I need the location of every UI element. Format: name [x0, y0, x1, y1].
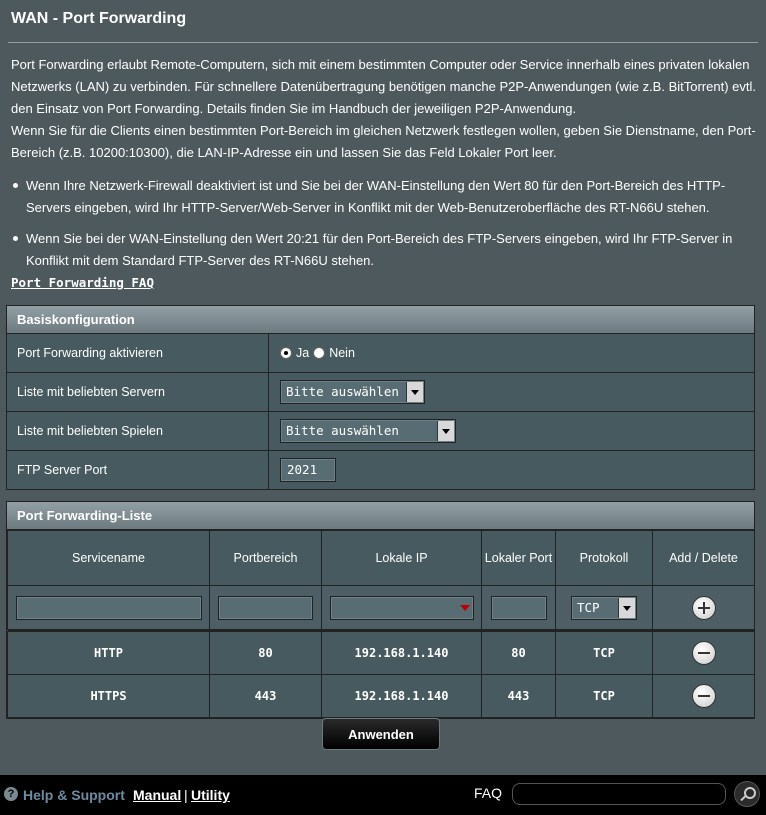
note-text: Wenn Ihre Netzwerk-Firewall deaktiviert … — [26, 178, 726, 215]
games-row: Liste mit beliebten Spielen Bitte auswäh… — [7, 411, 754, 450]
row-lokaler-port: 443 — [481, 674, 556, 718]
chevron-down-icon — [437, 421, 454, 441]
games-select[interactable]: Bitte auswählen — [280, 419, 456, 443]
new-rule-row: TCP — [7, 585, 755, 630]
row-servicename: HTTPS — [7, 674, 210, 718]
row-portbereich: 443 — [209, 674, 322, 718]
col-add-delete: Add / Delete — [652, 530, 755, 586]
chevron-down-icon — [406, 382, 423, 402]
col-servicename: Servicename — [7, 530, 210, 586]
note-item: Wenn Ihre Netzwerk-Firewall deaktiviert … — [11, 175, 756, 219]
table-header-row: Servicename Portbereich Lokale IP Lokale… — [7, 530, 755, 586]
row-lokale-ip: 192.168.1.140 — [321, 674, 482, 718]
new-range-cell — [209, 585, 322, 630]
ftp-row: FTP Server Port 2021 — [7, 450, 754, 489]
table-row: HTTPS 443 192.168.1.140 443 TCP — [7, 674, 755, 718]
new-port-cell — [481, 585, 556, 630]
delete-rule-icon[interactable] — [691, 641, 716, 665]
row-protokoll: TCP — [555, 631, 653, 675]
new-protocol-cell: TCP — [555, 585, 653, 630]
basic-config-panel: Basiskonfiguration Port Forwarding aktiv… — [6, 305, 755, 490]
ftp-label: FTP Server Port — [7, 451, 269, 489]
new-protocol-select[interactable]: TCP — [571, 595, 637, 620]
add-rule-icon[interactable] — [691, 595, 716, 620]
basic-config-header: Basiskonfiguration — [7, 306, 754, 334]
add-cell — [652, 585, 755, 630]
row-portbereich: 80 — [209, 631, 322, 675]
chevron-down-icon — [618, 597, 635, 618]
faq-search-input[interactable] — [512, 783, 726, 805]
enable-options: Ja Nein — [269, 334, 754, 372]
faq-label: FAQ — [474, 785, 503, 801]
port-forwarding-list-panel: Port Forwarding-Liste Servicename Portbe… — [6, 501, 755, 719]
table-row: HTTP 80 192.168.1.140 80 TCP — [7, 631, 755, 675]
col-lokale-ip: Lokale IP — [321, 530, 482, 586]
radio-yes[interactable] — [280, 347, 292, 359]
description-paragraph: Wenn Sie für die Clients einen bestimmte… — [11, 123, 756, 160]
col-portbereich: Portbereich — [209, 530, 322, 586]
title-divider — [8, 42, 758, 43]
delete-rule-icon[interactable] — [691, 684, 716, 708]
col-lokaler-port: Lokaler Port — [481, 530, 556, 586]
new-local-ip-input[interactable] — [329, 595, 474, 620]
notes-list: Wenn Ihre Netzwerk-Firewall deaktiviert … — [11, 175, 756, 272]
port-forwarding-table: Servicename Portbereich Lokale IP Lokale… — [7, 530, 755, 718]
new-service-input[interactable] — [15, 595, 202, 620]
apply-button[interactable]: Anwenden — [322, 718, 440, 750]
footer-separator: | — [184, 787, 188, 803]
delete-cell — [652, 674, 755, 718]
port-forwarding-faq-link[interactable]: Port Forwarding FAQ — [11, 275, 154, 290]
new-protocol-value: TCP — [577, 599, 600, 615]
enable-row: Port Forwarding aktivieren Ja Nein — [7, 334, 754, 372]
help-support-label[interactable]: Help & Support — [23, 787, 125, 803]
new-ip-cell — [321, 585, 482, 630]
games-select-value: Bitte auswählen — [286, 423, 399, 438]
main-panel: WAN - Port Forwarding Port Forwarding er… — [0, 0, 766, 775]
servers-cell: Bitte auswählen — [269, 373, 754, 411]
col-protokoll: Protokoll — [555, 530, 653, 586]
new-port-range-input[interactable] — [218, 595, 313, 620]
utility-link[interactable]: Utility — [191, 787, 230, 803]
note-text: Wenn Sie bei der WAN-Einstellung den Wer… — [26, 231, 733, 268]
enable-label: Port Forwarding aktivieren — [7, 334, 269, 372]
radio-no[interactable] — [313, 347, 326, 359]
servers-select[interactable]: Bitte auswählen — [280, 380, 425, 404]
radio-yes-label: Ja — [296, 346, 310, 360]
help-icon[interactable]: ? — [4, 787, 18, 801]
row-servicename: HTTP — [7, 631, 210, 675]
bullet-icon — [13, 236, 18, 241]
games-label: Liste mit beliebten Spielen — [7, 412, 269, 450]
ip-dropdown-icon[interactable] — [459, 604, 470, 611]
servers-row: Liste mit beliebten Servern Bitte auswäh… — [7, 372, 754, 411]
new-local-port-input[interactable] — [490, 595, 547, 620]
description: Port Forwarding erlaubt Remote-Computern… — [11, 54, 756, 164]
row-lokale-ip: 192.168.1.140 — [321, 631, 482, 675]
note-item: Wenn Sie bei der WAN-Einstellung den Wer… — [11, 228, 756, 272]
list-header: Port Forwarding-Liste — [7, 502, 754, 530]
new-service-cell — [7, 585, 210, 630]
footer-bar: ? Help & Support Manual | Utility FAQ — [0, 775, 766, 815]
servers-select-value: Bitte auswählen — [286, 384, 399, 399]
row-lokaler-port: 80 — [481, 631, 556, 675]
ftp-cell: 2021 — [269, 451, 754, 489]
description-paragraph: Port Forwarding erlaubt Remote-Computern… — [11, 57, 756, 116]
ftp-port-input[interactable]: 2021 — [280, 458, 336, 482]
games-cell: Bitte auswählen — [269, 412, 754, 450]
delete-cell — [652, 631, 755, 675]
page-title: WAN - Port Forwarding — [11, 10, 187, 27]
row-protokoll: TCP — [555, 674, 653, 718]
manual-link[interactable]: Manual — [133, 787, 181, 803]
radio-no-label: Nein — [329, 346, 355, 360]
search-icon[interactable] — [734, 781, 760, 807]
bullet-icon — [13, 183, 18, 188]
servers-label: Liste mit beliebten Servern — [7, 373, 269, 411]
